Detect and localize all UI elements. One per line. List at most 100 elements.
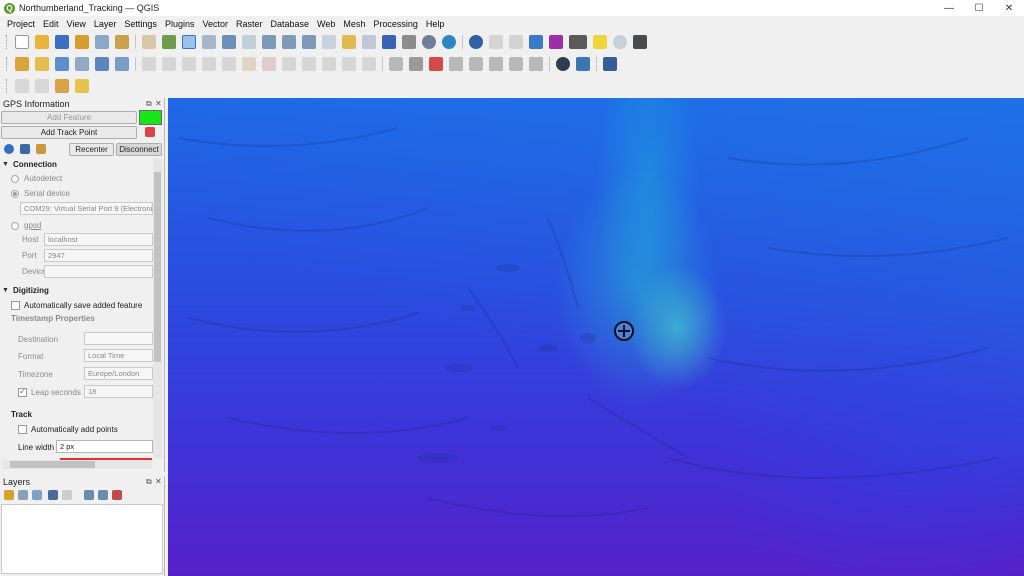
new-print-layout-icon[interactable] — [75, 35, 89, 49]
menu-plugins[interactable]: Plugins — [161, 19, 199, 29]
track-color-swatch[interactable] — [139, 110, 162, 125]
new-spatialite-layer-icon[interactable] — [75, 57, 89, 71]
minimize-button[interactable]: — — [934, 0, 964, 16]
line-width-field[interactable]: 2 px — [56, 440, 153, 453]
rotate-label-icon[interactable] — [469, 57, 483, 71]
new-geopackage-layer-icon[interactable] — [35, 57, 49, 71]
label-tool-icon[interactable] — [389, 57, 403, 71]
change-label-icon[interactable] — [489, 57, 503, 71]
zoom-out-icon[interactable] — [202, 35, 216, 49]
data-source-manager-icon[interactable] — [15, 57, 29, 71]
menu-view[interactable]: View — [63, 19, 90, 29]
settings-tab-icon[interactable] — [36, 144, 46, 154]
open-project-icon[interactable] — [35, 35, 49, 49]
select-by-location-icon[interactable] — [75, 78, 89, 93]
menu-edit[interactable]: Edit — [39, 19, 63, 29]
open-layer-styling-icon[interactable] — [4, 490, 14, 500]
text-annotation-icon[interactable] — [633, 35, 647, 49]
delete-track-icon[interactable] — [145, 127, 155, 137]
disconnect-button[interactable]: Disconnect — [116, 143, 162, 156]
temporal-controller-icon[interactable] — [422, 35, 436, 49]
current-edits-icon[interactable] — [142, 57, 156, 71]
paste-features-icon[interactable] — [322, 57, 336, 71]
add-track-point-button[interactable]: Add Track Point — [1, 126, 137, 139]
leap-seconds-field[interactable]: 18 — [84, 385, 153, 398]
toolbar-grip-icon[interactable] — [6, 35, 10, 49]
add-group-icon[interactable] — [18, 490, 28, 500]
recenter-button[interactable]: Recenter — [69, 143, 114, 156]
menu-web[interactable]: Web — [313, 19, 339, 29]
open-attribute-table-icon[interactable] — [489, 35, 503, 49]
menu-help[interactable]: Help — [422, 19, 449, 29]
menu-vector[interactable]: Vector — [198, 19, 232, 29]
cut-features-icon[interactable] — [282, 57, 296, 71]
auto-save-checkbox[interactable] — [11, 301, 20, 310]
add-feature-button[interactable]: Add Feature — [1, 111, 137, 124]
horizontal-scrollbar[interactable] — [2, 460, 152, 469]
menu-settings[interactable]: Settings — [120, 19, 161, 29]
gpsd-radio[interactable] — [11, 222, 19, 230]
leap-seconds-checkbox[interactable] — [18, 386, 27, 397]
autodetect-radio[interactable] — [11, 175, 19, 183]
deselect-all-icon[interactable] — [55, 78, 69, 93]
new-map-view-icon[interactable] — [342, 35, 356, 49]
timezone-select[interactable]: Europe/London — [84, 367, 153, 380]
toggle-editing-icon[interactable] — [162, 57, 176, 71]
destination-select[interactable] — [84, 332, 153, 345]
delete-selected-icon[interactable] — [262, 57, 276, 71]
highlight-pinned-labels-icon[interactable] — [429, 57, 443, 71]
device-field[interactable] — [44, 265, 153, 278]
close-button[interactable]: ✕ — [994, 0, 1024, 16]
menu-database[interactable]: Database — [267, 19, 314, 29]
toolbar-grip-icon[interactable] — [6, 57, 10, 71]
menu-raster[interactable]: Raster — [232, 19, 267, 29]
layout-manager-icon[interactable] — [95, 35, 109, 49]
collapse-arrow-icon[interactable]: ▼ — [2, 161, 9, 168]
new-shapefile-layer-icon[interactable] — [55, 57, 69, 71]
field-calculator-icon[interactable] — [509, 35, 523, 49]
map-canvas[interactable] — [168, 98, 1024, 576]
show-bookmarks-icon[interactable] — [402, 35, 416, 49]
vertical-scrollbar[interactable] — [153, 158, 162, 458]
new-temporary-layer-icon[interactable] — [95, 57, 109, 71]
connection-section-header[interactable]: ▼ Connection — [2, 160, 57, 169]
new-3d-map-view-icon[interactable] — [362, 35, 376, 49]
locator-icon[interactable] — [613, 35, 627, 49]
auto-add-points-checkbox[interactable] — [18, 425, 27, 434]
select-features-icon[interactable] — [15, 78, 29, 93]
map-tips-icon[interactable] — [593, 35, 607, 49]
scrollbar-thumb[interactable] — [10, 461, 95, 468]
undock-panel-icon[interactable]: ⧉ — [146, 477, 152, 487]
pan-map-icon[interactable] — [142, 35, 156, 49]
processing-toolbox-icon[interactable] — [529, 35, 543, 49]
save-layer-edits-icon[interactable] — [182, 57, 196, 71]
host-field[interactable]: localhost — [44, 233, 153, 246]
pan-to-selection-icon[interactable] — [162, 35, 176, 49]
port-field[interactable]: 2947 — [44, 249, 153, 262]
move-label-icon[interactable] — [449, 57, 463, 71]
menu-layer[interactable]: Layer — [90, 19, 121, 29]
serial-device-radio[interactable] — [11, 190, 19, 198]
format-select[interactable]: Local Time — [84, 349, 153, 362]
info-tab-icon[interactable] — [4, 144, 14, 154]
menu-mesh[interactable]: Mesh — [339, 19, 369, 29]
identify-features-icon[interactable] — [469, 35, 483, 49]
menu-processing[interactable]: Processing — [369, 19, 422, 29]
plugin-icon[interactable] — [603, 57, 617, 71]
modify-attributes-icon[interactable] — [242, 57, 256, 71]
gps-tracking-icon[interactable] — [556, 57, 570, 71]
expand-all-icon[interactable] — [84, 490, 94, 500]
new-project-icon[interactable] — [15, 35, 29, 49]
copy-features-icon[interactable] — [302, 57, 316, 71]
menu-project[interactable]: Project — [3, 19, 39, 29]
show-hide-labels-icon[interactable] — [509, 57, 523, 71]
save-project-icon[interactable] — [55, 35, 69, 49]
collapse-all-icon[interactable] — [98, 490, 108, 500]
signal-tab-icon[interactable] — [20, 144, 30, 154]
add-feature-icon[interactable] — [202, 57, 216, 71]
python-console-icon[interactable] — [576, 57, 590, 71]
close-panel-icon[interactable]: ✕ — [155, 99, 162, 108]
manage-map-themes-icon[interactable] — [32, 490, 42, 500]
refresh-icon[interactable] — [442, 35, 456, 49]
filter-by-expression-icon[interactable] — [62, 490, 72, 500]
